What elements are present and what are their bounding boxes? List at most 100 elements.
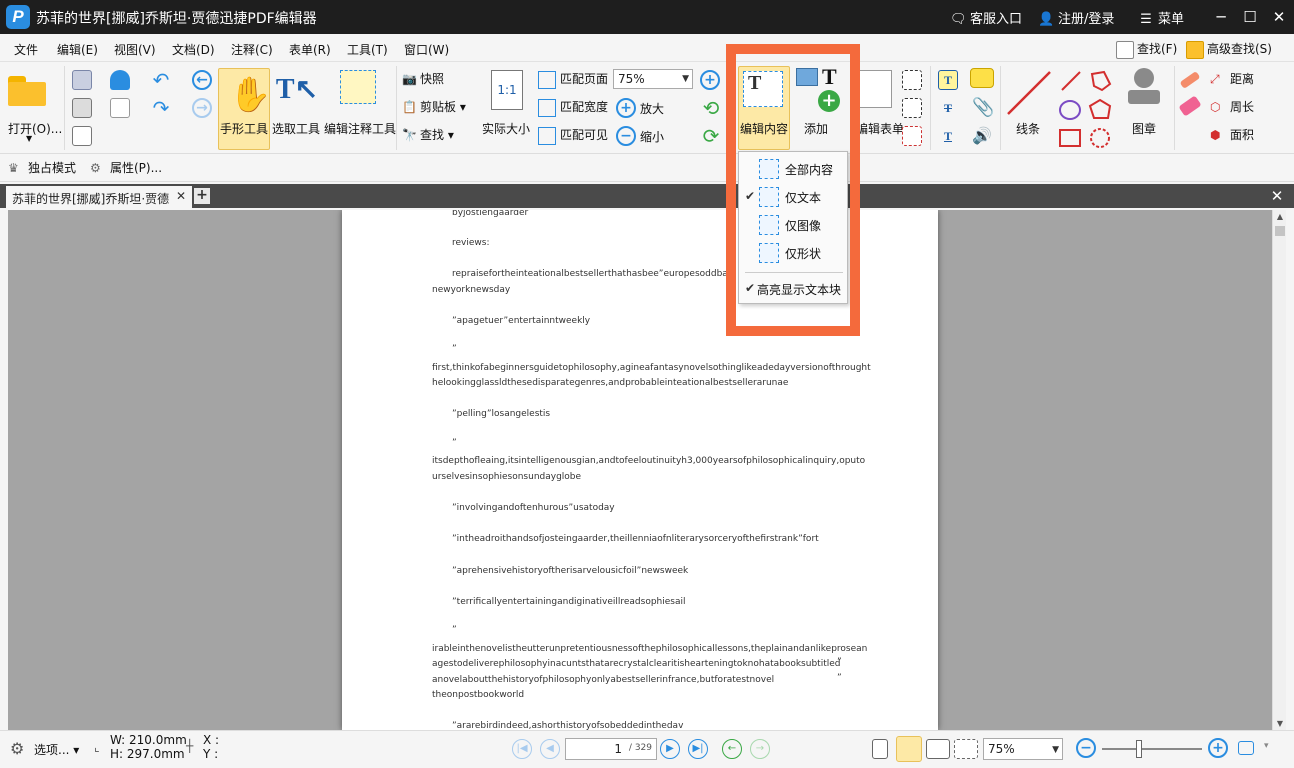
status-zoom-in-icon[interactable]: + xyxy=(1208,738,1228,758)
facing-page-icon[interactable] xyxy=(926,739,950,759)
page-text-line: irableinthenovelistheutterunpretentiousn… xyxy=(432,644,868,654)
menu-tools[interactable]: 工具(T) xyxy=(347,41,388,58)
close-button[interactable]: ✕ xyxy=(1264,4,1294,30)
zoom-slider-thumb[interactable] xyxy=(1136,740,1142,758)
line-icon[interactable] xyxy=(1004,68,1054,118)
zoom-out-label[interactable]: 缩小 xyxy=(640,128,664,145)
customer-service-button[interactable]: 🗨 客服入口 xyxy=(950,8,1022,27)
menu-document[interactable]: 文档(D) xyxy=(172,41,215,58)
options-button[interactable]: ⚙ 选项... ▾ xyxy=(10,739,90,758)
history-forward-icon[interactable]: → xyxy=(750,739,770,759)
first-page-icon[interactable]: |◀ xyxy=(512,739,532,759)
menu-annotation[interactable]: 注释(C) xyxy=(231,41,273,58)
snapshot-button[interactable]: 📷 快照 xyxy=(402,70,472,87)
zoom-in-icon[interactable]: + xyxy=(616,98,636,118)
open-button[interactable] xyxy=(6,72,58,106)
single-page-icon[interactable] xyxy=(872,739,888,759)
open-dropdown-arrow[interactable]: ▼ xyxy=(26,134,32,143)
close-tab-icon[interactable]: ✕ xyxy=(176,189,186,203)
strikethrough-icon[interactable]: T xyxy=(938,98,958,118)
chevron-down-icon: ▼ xyxy=(1052,745,1059,755)
perimeter-button[interactable]: ⬡ 周长 xyxy=(1210,98,1280,115)
eraser-icon[interactable] xyxy=(1178,95,1202,117)
typewriter-icon[interactable]: T xyxy=(938,70,958,90)
clipboard-button[interactable]: 📋 剪贴板 ▾ xyxy=(402,98,472,115)
login-button[interactable]: 👤 注册/登录 xyxy=(1038,8,1114,27)
underline-icon[interactable]: T xyxy=(938,126,958,146)
minimize-button[interactable]: ─ xyxy=(1206,4,1236,30)
properties-button[interactable]: ⚙ 属性(P)... xyxy=(90,159,180,176)
sound-icon[interactable]: 🔊 xyxy=(972,126,992,146)
cloud-icon[interactable] xyxy=(110,70,130,90)
page-height: H: 297.0mm xyxy=(110,747,185,761)
rotate-left-icon[interactable]: ⟲ xyxy=(700,96,722,120)
actual-size-button[interactable]: 1:1 xyxy=(482,70,532,110)
menu-edit[interactable]: 编辑(E) xyxy=(57,41,98,58)
vertical-scrollbar[interactable]: ▲ ▼ xyxy=(1272,210,1286,730)
undo-icon[interactable]: ↶ xyxy=(150,68,172,92)
zoom-out-icon[interactable]: − xyxy=(616,126,636,146)
scroll-up-icon[interactable]: ▲ xyxy=(1275,212,1285,221)
new-tab-button[interactable]: + xyxy=(194,188,210,204)
note-icon[interactable] xyxy=(970,68,994,88)
exclusive-mode-button[interactable]: ♛ 独占模式 xyxy=(8,159,88,176)
document-tab[interactable]: 苏菲的世界[挪威]乔斯坦·贾德 ✕ xyxy=(6,186,192,208)
attachment-icon[interactable]: 📎 xyxy=(972,98,994,118)
export-icon[interactable] xyxy=(72,126,92,146)
next-page-icon[interactable]: ▶ xyxy=(660,739,680,759)
back-icon[interactable]: ← xyxy=(192,70,212,90)
maximize-button[interactable]: ☐ xyxy=(1235,4,1265,30)
stamp-button[interactable] xyxy=(1120,68,1168,112)
ribbon-find-button[interactable]: 🔭 查找 ▾ xyxy=(402,126,472,143)
select-tool-button[interactable]: T↖ xyxy=(272,72,322,106)
menu-window[interactable]: 窗口(W) xyxy=(404,41,449,58)
close-document-button[interactable]: ✕ xyxy=(1268,187,1286,205)
rotate-right-icon[interactable]: ⟳ xyxy=(700,124,722,148)
status-zoom-out-icon[interactable]: − xyxy=(1076,738,1096,758)
checkbox-field-icon[interactable] xyxy=(902,98,922,118)
save-icon[interactable] xyxy=(72,70,92,90)
menu-form[interactable]: 表单(R) xyxy=(289,41,331,58)
forward-icon[interactable]: → xyxy=(192,98,212,118)
zoom-slider-track[interactable] xyxy=(1102,748,1202,750)
menu-file[interactable]: 文件 xyxy=(14,41,38,58)
edit-annotation-tool-button[interactable] xyxy=(334,68,386,112)
find-button[interactable]: 查找(F) xyxy=(1116,39,1177,59)
highlighter-icon[interactable] xyxy=(1179,70,1201,90)
advanced-find-button[interactable]: 高级查找(S) xyxy=(1186,39,1272,59)
signature-field-icon[interactable] xyxy=(902,126,922,146)
area-button[interactable]: ⬢ 面积 xyxy=(1210,126,1280,143)
area-icon: ⬢ xyxy=(1210,128,1221,142)
page-text-quote: ” xyxy=(837,673,842,683)
fit-visible-button[interactable]: 匹配可见 xyxy=(538,126,612,145)
hand-tool-button[interactable]: ✋ xyxy=(218,68,271,150)
redo-icon[interactable]: ↷ xyxy=(150,96,172,120)
main-menu-button[interactable]: ☰ 菜单 xyxy=(1138,8,1184,27)
document-view[interactable]: byjostiengaarder reviews: repraiseforthe… xyxy=(8,210,1272,730)
zoom-select[interactable]: 75% ▼ xyxy=(613,69,693,89)
menu-view[interactable]: 视图(V) xyxy=(114,41,156,58)
fullscreen-icon[interactable] xyxy=(1238,741,1254,755)
zoom-tool-icon[interactable]: + xyxy=(700,70,720,90)
continuous-facing-icon[interactable] xyxy=(954,739,978,759)
distance-button[interactable]: ⤢ 距离 xyxy=(1210,70,1280,87)
fit-page-button[interactable]: 匹配页面 xyxy=(538,70,612,89)
continuous-page-icon[interactable] xyxy=(896,736,922,762)
status-zoom-select[interactable]: 75% ▼ xyxy=(983,738,1063,760)
lines-label[interactable]: 线条 xyxy=(1016,120,1040,137)
print-icon[interactable] xyxy=(72,98,92,118)
history-back-icon[interactable]: ← xyxy=(722,739,742,759)
page-text-line: ”involvingandoftenhurous”usatoday xyxy=(452,503,615,513)
prev-page-icon[interactable]: ◀ xyxy=(540,739,560,759)
text-field-icon[interactable] xyxy=(902,70,922,90)
page-number-input[interactable]: 1 / 329 xyxy=(565,738,657,760)
fit-width-button[interactable]: 匹配宽度 xyxy=(538,98,612,117)
binoculars-icon: 🔭 xyxy=(402,128,417,142)
zoom-in-label[interactable]: 放大 xyxy=(640,100,664,117)
last-page-icon[interactable]: ▶| xyxy=(688,739,708,759)
status-more-icon[interactable]: ▾ xyxy=(1264,741,1269,751)
scroll-down-icon[interactable]: ▼ xyxy=(1275,719,1285,728)
chat-icon: 🗨 xyxy=(950,12,967,27)
scroll-thumb[interactable] xyxy=(1275,226,1285,236)
new-document-icon[interactable] xyxy=(110,98,130,118)
